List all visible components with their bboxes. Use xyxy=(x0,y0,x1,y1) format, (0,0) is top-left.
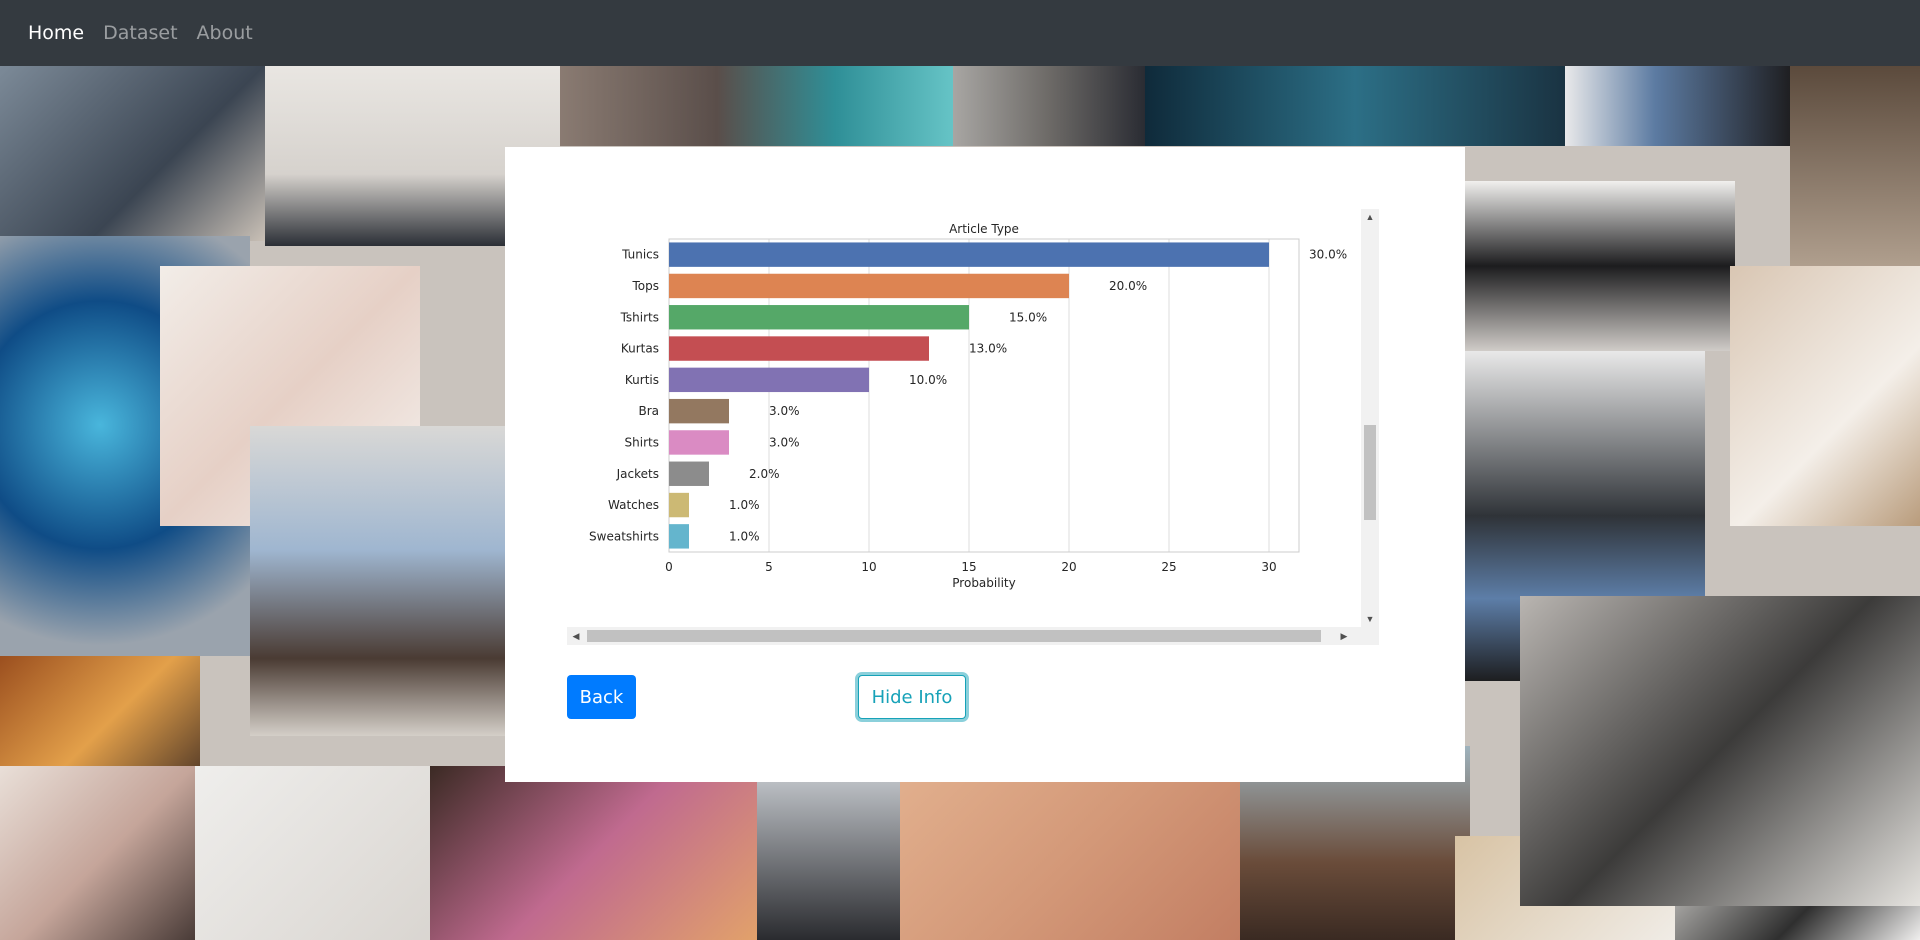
bar-tops xyxy=(669,273,1069,299)
scroll-left-icon[interactable]: ◀ xyxy=(567,627,585,645)
vertical-scroll-thumb[interactable] xyxy=(1364,425,1376,520)
article-type-chart: Article Type Tunics 30.0% Tops 20.0% Tshirts 1… xyxy=(589,222,1347,590)
x-tick-label: 20 xyxy=(1061,560,1076,574)
data-label-kurtas: 13.0% xyxy=(969,342,1007,356)
data-label-tshirts: 15.0% xyxy=(1009,310,1047,324)
collage-photo-boots xyxy=(0,66,265,241)
scroll-right-icon[interactable]: ▶ xyxy=(1335,627,1353,645)
category-label-kurtis: Kurtis xyxy=(625,373,659,387)
category-label-jackets: Jackets xyxy=(616,467,659,481)
collage-photo-ice xyxy=(1145,66,1565,146)
horizontal-scroll-thumb[interactable] xyxy=(587,630,1321,642)
bar-tunics xyxy=(669,242,1269,267)
category-label-sweatshirts: Sweatshirts xyxy=(589,529,659,543)
category-label-tops: Tops xyxy=(631,279,659,293)
chart-title: Article Type xyxy=(949,222,1019,236)
vertical-scrollbar[interactable]: ▲ ▼ xyxy=(1361,209,1379,627)
data-label-bra: 3.0% xyxy=(769,404,800,418)
collage-photo-jeans-right xyxy=(1565,66,1790,146)
navbar: Home Dataset About xyxy=(0,0,1920,66)
x-tick-label: 25 xyxy=(1161,560,1176,574)
scroll-down-icon[interactable]: ▼ xyxy=(1361,611,1379,627)
scroll-up-icon[interactable]: ▲ xyxy=(1361,209,1379,225)
collage-photo-sunglasses xyxy=(1465,181,1735,351)
collage-photo-cardigan xyxy=(1520,596,1920,906)
x-tick-label: 30 xyxy=(1261,560,1276,574)
collage-photo-street xyxy=(560,66,953,146)
data-label-watches: 1.0% xyxy=(729,498,760,512)
bar-watches xyxy=(669,492,689,518)
collage-photo-leather-jacket xyxy=(757,766,902,940)
collage-photo-ring-hand xyxy=(900,766,1260,940)
x-axis-label: Probability xyxy=(952,576,1015,590)
x-tick-label: 15 xyxy=(961,560,976,574)
bar-tshirts xyxy=(669,305,969,330)
horizontal-scrollbar[interactable]: ◀ ▶ xyxy=(567,627,1379,645)
bar-kurtis xyxy=(669,367,869,393)
data-label-tops: 20.0% xyxy=(1109,279,1147,293)
x-tick-label: 0 xyxy=(665,560,673,574)
category-label-tunics: Tunics xyxy=(621,248,659,262)
collage-photo-sandals xyxy=(250,426,505,736)
category-label-kurtas: Kurtas xyxy=(621,342,659,356)
collage-photo-infinity xyxy=(195,766,455,940)
collage-photo-hands-cup xyxy=(0,766,215,940)
bar-shirts xyxy=(669,430,729,455)
x-tick-label: 5 xyxy=(765,560,773,574)
category-label-watches: Watches xyxy=(608,498,659,512)
bar-kurtas xyxy=(669,336,929,361)
category-label-tshirts: Tshirts xyxy=(620,310,659,324)
nav-links: Home Dataset About xyxy=(28,22,272,44)
data-label-kurtis: 10.0% xyxy=(909,373,947,387)
collage-photo-necklace xyxy=(1730,266,1920,526)
nav-home[interactable]: Home xyxy=(28,22,84,44)
data-label-jackets: 2.0% xyxy=(749,467,780,481)
category-label-shirts: Shirts xyxy=(625,435,659,449)
data-label-sweatshirts: 1.0% xyxy=(729,529,760,543)
bar-bra xyxy=(669,398,729,424)
data-label-tunics: 30.0% xyxy=(1309,248,1347,262)
back-button[interactable]: Back xyxy=(567,675,636,719)
hide-info-button[interactable]: Hide Info xyxy=(858,675,966,719)
collage-photo-jeans xyxy=(953,66,1145,146)
bar-jackets xyxy=(669,461,709,486)
nav-dataset[interactable]: Dataset xyxy=(103,22,177,44)
x-tick-label: 10 xyxy=(861,560,876,574)
collage-photo-amethyst xyxy=(430,766,760,940)
category-label-bra: Bra xyxy=(638,404,659,418)
chart-scroll-area[interactable]: Article Type Tunics 30.0% Tops 20.0% Tshirts 1… xyxy=(567,209,1385,627)
data-label-shirts: 3.0% xyxy=(769,435,800,449)
chart-card: Article Type Tunics 30.0% Tops 20.0% Tshirts 1… xyxy=(505,147,1465,782)
nav-about[interactable]: About xyxy=(197,22,253,44)
bar-sweatshirts xyxy=(669,524,689,549)
